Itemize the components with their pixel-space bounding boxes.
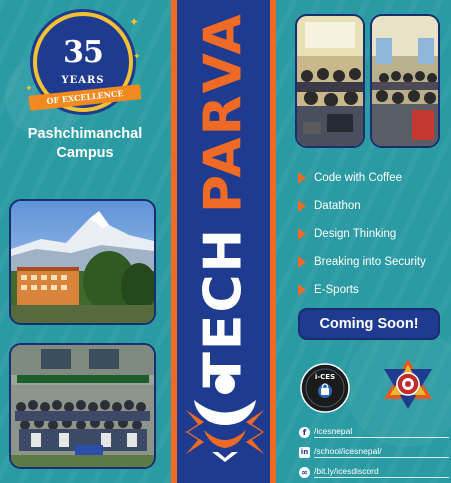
group-photo-illustration <box>11 345 154 467</box>
event-label: Datathon <box>314 200 361 212</box>
social-link-linkedin[interactable]: in /school/icesnepal/ <box>299 442 449 462</box>
brand-word-tech: TECH <box>194 226 254 388</box>
brand-wordmark: TECH PARVA <box>194 12 254 387</box>
hall-photo-illustration <box>372 16 438 146</box>
event-photo-right <box>370 14 440 148</box>
ioe-emblem-icon <box>384 359 432 409</box>
sparkle-icon: ✦ <box>133 51 141 61</box>
brand-title: TECH PARVA <box>176 12 272 387</box>
campus-title: Pashchimanchal Campus <box>10 125 160 163</box>
social-link-facebook[interactable]: f /icesnepal <box>299 422 449 442</box>
linkedin-icon: in <box>299 446 310 458</box>
social-link-text: /school/icesnepal/ <box>314 446 449 458</box>
campus-name-line2: Campus <box>56 145 114 161</box>
arrow-right-icon <box>298 200 306 212</box>
arrow-right-icon <box>298 228 306 240</box>
badge-number: 35 <box>63 35 104 70</box>
social-link-text: /icesnepal <box>314 426 449 438</box>
sparkle-icon: ✦ <box>25 83 33 93</box>
link-icon: ∞ <box>299 466 310 478</box>
brand-word-parva: PARVA <box>194 12 254 213</box>
mountain-photo-illustration <box>11 201 154 323</box>
sparkle-icon: ✦ <box>129 15 140 29</box>
event-label: E-Sports <box>314 284 359 296</box>
event-item: Design Thinking <box>298 220 448 248</box>
event-label: Code with Coffee <box>314 172 403 184</box>
badge-years: YEARS <box>61 75 105 86</box>
ices-logo-text: i-CES <box>315 373 335 381</box>
coming-soon-button: Coming Soon! <box>298 308 440 340</box>
ices-logo-icon: i-CES <box>300 363 350 413</box>
event-photo-left <box>295 14 365 148</box>
campus-mountain-photo <box>9 199 156 325</box>
arrow-right-icon <box>298 284 306 296</box>
anniversary-badge: 35 YEARS OF EXCELLENCE ✦ ✦ ✦ <box>25 12 143 122</box>
event-label: Breaking into Security <box>314 256 426 268</box>
tech-parva-logo-icon <box>186 374 264 462</box>
workshop-photo-illustration <box>297 16 363 146</box>
campus-name-line1: Pashchimanchal <box>27 126 143 142</box>
event-item: E-Sports <box>298 276 448 304</box>
event-item: Datathon <box>298 192 448 220</box>
department-group-photo <box>9 343 156 469</box>
social-link-text: /bit.ly/icesdiscord <box>314 466 449 478</box>
social-links: f /icesnepal in /school/icesnepal/ ∞ /bi… <box>299 422 449 482</box>
event-item: Code with Coffee <box>298 164 448 192</box>
event-list: Code with Coffee Datathon Design Thinkin… <box>298 164 448 304</box>
social-link-discord[interactable]: ∞ /bit.ly/icesdiscord <box>299 462 449 482</box>
event-item: Breaking into Security <box>298 248 448 276</box>
arrow-right-icon <box>298 172 306 184</box>
arrow-right-icon <box>298 256 306 268</box>
event-label: Design Thinking <box>314 228 397 240</box>
facebook-icon: f <box>299 426 310 438</box>
